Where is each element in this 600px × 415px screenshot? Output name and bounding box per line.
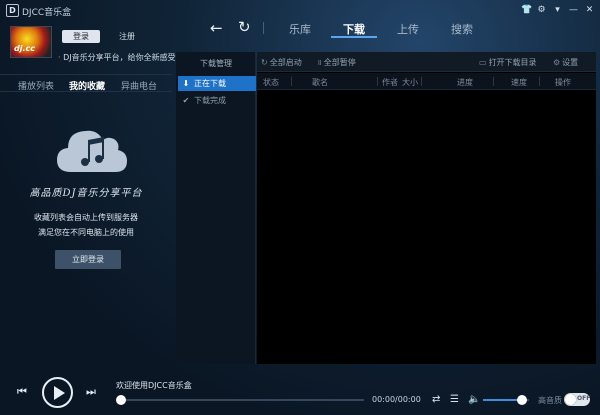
title-bar[interactable]: D DJCC音乐盒 👕 ⚙ ▾ — ✕ — [0, 0, 600, 22]
download-sidebar-title: 下载管理 — [200, 59, 232, 68]
time-readout: 00:00/00:00 — [372, 395, 421, 404]
check-icon: ✔ — [182, 96, 190, 105]
window-controls: 👕 ⚙ ▾ — ✕ — [521, 5, 594, 15]
sidebar-item-downloading[interactable]: ⬇ 正在下载 — [178, 76, 256, 91]
favorites-panel: 高品质DJ音乐分享平台 收藏列表会自动上传到服务器 满足您在不同电脑上的使用 立… — [0, 92, 172, 372]
login-now-button[interactable]: 立即登录 — [55, 250, 121, 269]
tagline: · DJ音乐分享平台，给你全新感受！ — [58, 52, 184, 63]
previous-icon[interactable]: ⏮ — [17, 385, 27, 399]
play-icon — [54, 386, 65, 400]
open-dir-button[interactable]: ▭ 打开下载目录 — [479, 57, 537, 68]
sidebar-item-completed[interactable]: ✔ 下载完成 — [178, 93, 256, 108]
col-action: 操作 — [555, 78, 571, 87]
toggle-state: OFF — [577, 395, 591, 402]
avatar[interactable]: dj.cc — [10, 26, 52, 58]
platform-slogan: 高品质DJ音乐分享平台 — [29, 188, 143, 199]
favorites-desc-1: 收藏列表会自动上传到服务器 — [34, 213, 138, 222]
next-icon[interactable]: ⏭ — [86, 385, 96, 399]
nav-divider — [263, 22, 264, 34]
left-tabs: 播放列表 我的收藏 异曲电台 — [0, 74, 172, 92]
tab-download[interactable]: 下载 — [343, 21, 365, 37]
hq-label: 高音质 — [538, 396, 562, 405]
app-title: DJCC音乐盒 — [22, 8, 72, 18]
volume-handle[interactable] — [517, 395, 528, 405]
col-divider — [291, 77, 292, 86]
login-button[interactable]: 登录 — [62, 30, 100, 43]
download-sidebar: 下载管理 ⬇ 正在下载 ✔ 下载完成 — [176, 52, 256, 364]
cloud-music-icon — [57, 130, 127, 172]
start-all-button[interactable]: ↻ 全部启动 — [261, 57, 302, 68]
col-speed: 速度 — [511, 78, 527, 87]
playlist-icon[interactable]: ☰ — [450, 394, 459, 405]
folder-icon: ▭ — [479, 58, 487, 67]
now-playing-text: 欢迎使用DJCC音乐盒 — [116, 381, 192, 390]
close-icon[interactable]: ✕ — [585, 5, 594, 15]
toggle-knob — [565, 394, 576, 405]
table-header: 状态 歌名 作者 大小 进度 速度 操作 — [257, 73, 596, 90]
pause-all-label: 全部暂停 — [323, 58, 356, 67]
gear-icon[interactable]: ⚙ — [537, 5, 546, 15]
sidebar-item-label: 正在下载 — [194, 79, 226, 88]
tab-upload[interactable]: 上传 — [397, 21, 419, 37]
col-status: 状态 — [263, 78, 279, 87]
settings-button[interactable]: ⚙ 设置 — [553, 57, 578, 68]
tagline-text: DJ音乐分享平台，给你全新感受！ — [63, 53, 184, 62]
play-button[interactable] — [42, 377, 73, 408]
progress-handle[interactable] — [116, 395, 126, 405]
sidebar-item-label: 下载完成 — [194, 96, 226, 105]
col-title: 歌名 — [312, 78, 328, 87]
favorites-desc-2: 满足您在不同电脑上的使用 — [38, 228, 134, 237]
start-all-label: 全部启动 — [269, 58, 302, 67]
gear-icon: ⚙ — [553, 58, 561, 67]
col-divider — [421, 77, 422, 86]
refresh-icon[interactable]: ↻ — [238, 18, 251, 36]
tab-library[interactable]: 乐库 — [289, 21, 311, 37]
tab-radio[interactable]: 异曲电台 — [121, 79, 157, 92]
download-list: ↻ 全部启动 ॥ 全部暂停 ▭ 打开下载目录 ⚙ 设置 状态 歌名 作者 大小 进度 速… — [257, 52, 596, 364]
download-icon: ⬇ — [182, 79, 190, 88]
avatar-text: dj.cc — [14, 44, 35, 53]
hq-toggle[interactable]: OFF — [564, 393, 590, 406]
menu-icon[interactable]: ▾ — [553, 5, 562, 15]
star-icon: · — [58, 53, 61, 62]
refresh-small-icon: ↻ — [261, 58, 268, 67]
tab-favorites[interactable]: 我的收藏 — [69, 79, 105, 92]
col-divider — [393, 77, 394, 86]
player-bar: ⏮ ⏭ 欢迎使用DJCC音乐盒 00:00/00:00 ⇄ ☰ 🔈 高音质 OF… — [0, 372, 600, 415]
volume-icon[interactable]: 🔈 — [468, 394, 480, 405]
col-size: 大小 — [402, 78, 418, 87]
repeat-icon[interactable]: ⇄ — [432, 394, 440, 405]
pause-icon: ॥ — [317, 58, 322, 67]
minimize-icon[interactable]: — — [569, 5, 578, 15]
col-divider — [377, 77, 378, 86]
progress-bar[interactable] — [121, 399, 364, 401]
app-logo-icon: D — [6, 4, 19, 17]
col-divider — [539, 77, 540, 86]
back-icon[interactable]: ← — [210, 19, 223, 37]
download-toolbar: ↻ 全部启动 ॥ 全部暂停 ▭ 打开下载目录 ⚙ 设置 — [257, 52, 596, 72]
register-link[interactable]: 注册 — [119, 31, 135, 42]
col-progress: 进度 — [457, 78, 473, 87]
tab-playlist[interactable]: 播放列表 — [18, 79, 54, 92]
pause-all-button[interactable]: ॥ 全部暂停 — [317, 57, 356, 68]
skin-icon[interactable]: 👕 — [521, 5, 532, 15]
tab-search[interactable]: 搜索 — [451, 21, 473, 37]
settings-label: 设置 — [562, 58, 579, 67]
col-divider — [493, 77, 494, 86]
open-dir-label: 打开下载目录 — [488, 58, 537, 67]
col-artist: 作者 — [382, 78, 398, 87]
app-window: D DJCC音乐盒 👕 ⚙ ▾ — ✕ dj.cc 登录 注册 · DJ音乐分享… — [0, 0, 600, 415]
active-tab-indicator — [331, 36, 377, 38]
